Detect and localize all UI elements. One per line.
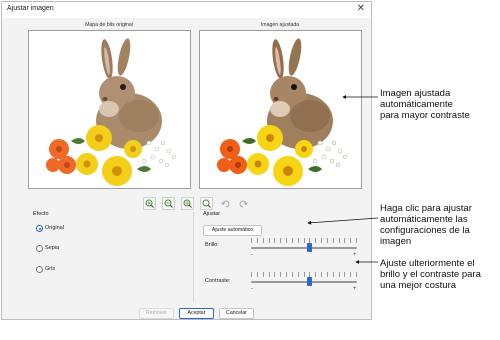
annotation-line: configuraciones de la — [380, 225, 470, 236]
annotation-auto-adjust: Haga clic para ajustar automáticamente l… — [380, 203, 472, 247]
callout-arrow-2 — [307, 217, 379, 225]
annotation-line: Ajuste ulteriormente el — [380, 258, 475, 269]
annotation-line: brillo y el contraste para — [380, 269, 481, 280]
annotation-brightness-contrast: Ajuste ulteriormente el brillo y el cont… — [380, 258, 481, 291]
annotation-line: Imagen ajustada — [380, 88, 451, 99]
annotation-adjusted-image: Imagen ajustada automáticamente para may… — [380, 88, 470, 121]
annotation-line: automáticamente las — [380, 214, 468, 225]
annotation-line: Haga clic para ajustar — [380, 203, 472, 214]
annotation-line: automáticamente — [380, 99, 453, 110]
annotation-line: para mayor contraste — [380, 110, 470, 121]
annotation-line: una mejor costura — [380, 280, 457, 291]
annotation-line: imagen — [380, 236, 412, 247]
